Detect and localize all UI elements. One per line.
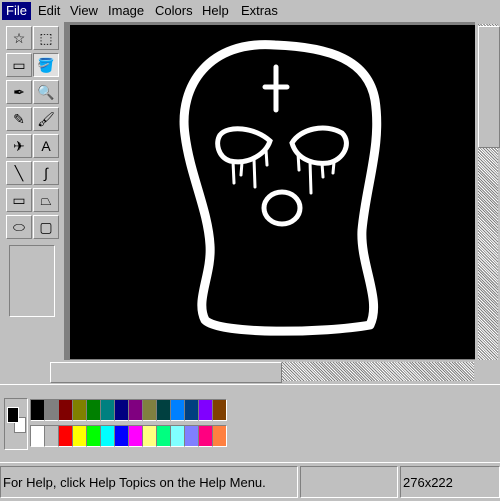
palette-swatch[interactable] — [156, 425, 171, 447]
palette-swatch[interactable] — [128, 399, 143, 421]
color-picker-tool-button[interactable]: ✒ — [6, 80, 32, 104]
rounded-rect-tool-button[interactable]: ▢ — [33, 215, 59, 239]
palette-swatch[interactable] — [72, 399, 87, 421]
ellipse-tool-button[interactable]: ⬭ — [6, 215, 32, 239]
pencil-icon: ✎ — [13, 110, 25, 127]
palette-swatch[interactable] — [100, 399, 115, 421]
text-icon: A — [41, 138, 51, 154]
palette-swatch[interactable] — [156, 399, 171, 421]
palette-swatch[interactable] — [212, 399, 227, 421]
line-icon: ╲ — [14, 164, 24, 181]
palette-swatch[interactable] — [114, 399, 129, 421]
foreground-color-swatch — [7, 407, 19, 423]
eraser-icon: ▭ — [12, 56, 26, 73]
eraser-tool-button[interactable]: ▭ — [6, 53, 32, 77]
free-form-select-icon: ☆ — [12, 29, 26, 46]
palette-swatch[interactable] — [44, 399, 59, 421]
palette-swatch[interactable] — [114, 425, 129, 447]
airbrush-tool-button[interactable]: ✈ — [6, 134, 32, 158]
palette-swatch[interactable] — [142, 425, 157, 447]
rectangle-tool-button[interactable]: ▭ — [6, 188, 32, 212]
color-palette — [0, 384, 500, 461]
palette-swatch[interactable] — [170, 399, 185, 421]
palette-swatch[interactable] — [128, 425, 143, 447]
curve-icon: ∫ — [44, 165, 48, 181]
magnifier-icon: 🔍 — [37, 83, 55, 100]
airbrush-icon: ✈ — [13, 137, 25, 154]
brush-tool-button[interactable]: 🖌 — [33, 107, 59, 131]
ellipse-icon: ⬭ — [13, 218, 25, 235]
menu-extras[interactable]: Extras — [237, 2, 282, 20]
free-form-select-tool-button[interactable]: ☆ — [6, 26, 32, 50]
palette-swatch[interactable] — [30, 399, 45, 421]
palette-swatch[interactable] — [58, 425, 73, 447]
menu-bar: File Edit View Image Colors Help Extras — [0, 0, 500, 23]
polygon-icon: ⏢ — [40, 191, 52, 208]
menu-view[interactable]: View — [66, 2, 102, 20]
palette-swatch[interactable] — [86, 399, 101, 421]
palette-swatch[interactable] — [142, 399, 157, 421]
palette-swatch[interactable] — [170, 425, 185, 447]
tool-options-panel[interactable] — [9, 245, 55, 317]
palette-swatch[interactable] — [72, 425, 87, 447]
horizontal-scroll-track[interactable] — [282, 362, 474, 381]
toolbox: ☆ ⬚ ▭ 🪣 ✒ 🔍 ✎ 🖌 ✈ A ╲ ∫ ▭ ⏢ ⬭ ▢ — [0, 22, 64, 384]
palette-swatch[interactable] — [198, 425, 213, 447]
palette-swatch[interactable] — [198, 399, 213, 421]
palette-swatch[interactable] — [30, 425, 45, 447]
fill-bucket-icon: 🪣 — [37, 56, 55, 73]
rectangle-icon: ▭ — [12, 191, 26, 208]
color-picker-icon: ✒ — [13, 83, 25, 100]
palette-swatch[interactable] — [44, 425, 59, 447]
status-position — [300, 466, 398, 498]
drawing-canvas[interactable] — [70, 25, 500, 359]
horizontal-scroll-thumb[interactable] — [50, 362, 282, 383]
status-help-text: For Help, click Help Topics on the Help … — [0, 466, 298, 498]
current-colors-indicator[interactable] — [4, 398, 28, 450]
pencil-tool-button[interactable]: ✎ — [6, 107, 32, 131]
palette-swatch[interactable] — [58, 399, 73, 421]
mask-drawing — [179, 40, 382, 336]
menu-file[interactable]: File — [2, 2, 31, 20]
polygon-tool-button[interactable]: ⏢ — [33, 188, 59, 212]
palette-swatch[interactable] — [86, 425, 101, 447]
brush-icon: 🖌 — [37, 110, 55, 127]
text-tool-button[interactable]: A — [33, 134, 59, 158]
rect-select-tool-button[interactable]: ⬚ — [33, 26, 59, 50]
menu-edit[interactable]: Edit — [34, 2, 64, 20]
rounded-rect-icon: ▢ — [39, 218, 53, 235]
rect-select-icon: ⬚ — [39, 29, 53, 46]
menu-help[interactable]: Help — [198, 2, 233, 20]
menu-colors[interactable]: Colors — [151, 2, 197, 20]
fill-bucket-tool-button[interactable]: 🪣 — [33, 53, 59, 77]
palette-swatch[interactable] — [184, 425, 199, 447]
palette-swatch[interactable] — [184, 399, 199, 421]
palette-swatch[interactable] — [212, 425, 227, 447]
vertical-scroll-thumb[interactable] — [478, 26, 500, 148]
status-size: 276x222 — [400, 466, 500, 498]
menu-image[interactable]: Image — [104, 2, 148, 20]
palette-swatch[interactable] — [100, 425, 115, 447]
magnifier-tool-button[interactable]: 🔍 — [33, 80, 59, 104]
curve-tool-button[interactable]: ∫ — [33, 161, 59, 185]
line-tool-button[interactable]: ╲ — [6, 161, 32, 185]
